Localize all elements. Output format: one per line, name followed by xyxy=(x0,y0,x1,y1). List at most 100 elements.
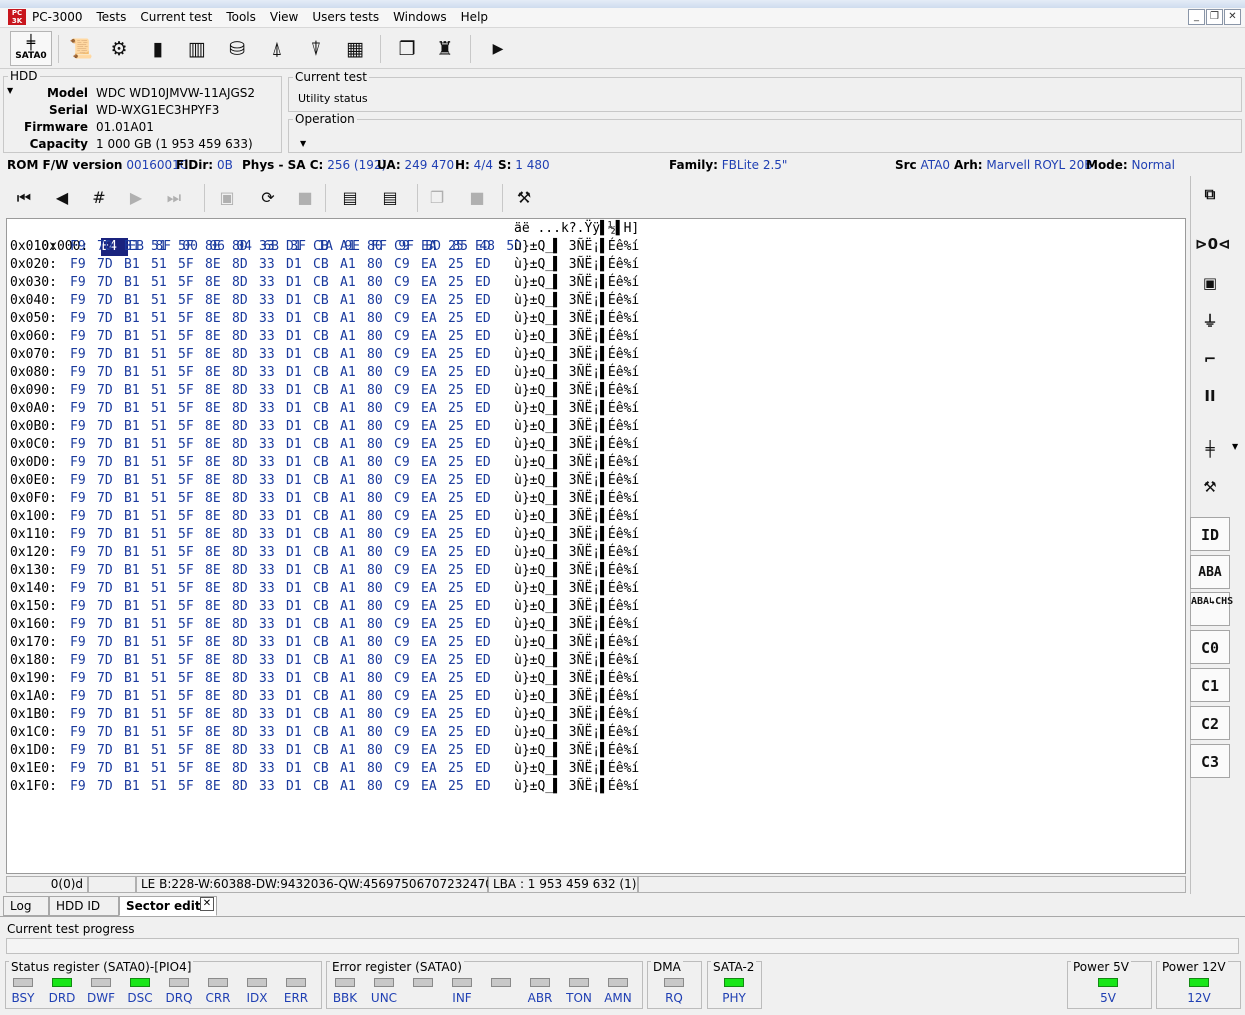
hex-ascii[interactable]: ù}±Q_▌ 3ÑË¡▌Éê%í xyxy=(514,724,639,742)
hex-byte[interactable]: 5F xyxy=(178,652,205,670)
hex-byte[interactable]: 51 xyxy=(151,544,178,562)
hex-byte[interactable]: 25 xyxy=(448,616,475,634)
hex-ascii[interactable]: ù}±Q_▌ 3ÑË¡▌Éê%í xyxy=(514,400,639,418)
hex-byte[interactable]: C9 xyxy=(394,760,421,778)
hex-byte[interactable]: 5F xyxy=(178,436,205,454)
hex-byte[interactable]: ED xyxy=(475,760,502,778)
hex-byte[interactable]: 8D xyxy=(232,454,259,472)
hex-byte[interactable]: D1 xyxy=(286,490,313,508)
hex-byte[interactable]: D1 xyxy=(286,472,313,490)
hex-byte[interactable]: 8E xyxy=(205,292,232,310)
hex-byte[interactable]: B1 xyxy=(124,670,151,688)
hex-ascii[interactable]: ù}±Q_▌ 3ÑË¡▌Éê%í xyxy=(514,634,639,652)
hex-ascii[interactable]: äë ...k?.Ÿÿ▌½▌H] xyxy=(514,220,639,238)
hex-ascii[interactable]: ù}±Q_▌ 3ÑË¡▌Éê%í xyxy=(514,382,639,400)
play-icon[interactable]: ▶ xyxy=(483,34,513,64)
hex-byte[interactable]: 80 xyxy=(367,778,394,796)
hex-byte[interactable]: 51 xyxy=(151,256,178,274)
hex-byte[interactable]: 8D xyxy=(232,670,259,688)
hex-ascii[interactable]: ù}±Q_▌ 3ÑË¡▌Éê%í xyxy=(514,472,639,490)
hex-byte[interactable]: 7D xyxy=(97,688,124,706)
hex-byte[interactable]: 80 xyxy=(367,418,394,436)
hex-byte[interactable]: D1 xyxy=(286,652,313,670)
hex-byte[interactable]: 25 xyxy=(448,562,475,580)
chip-icon[interactable]: ▮ xyxy=(143,34,173,64)
hex-byte[interactable]: 5F xyxy=(178,328,205,346)
port-dropdown-icon[interactable]: ▼ xyxy=(1232,442,1238,451)
hex-byte[interactable]: CB xyxy=(313,562,340,580)
hex-byte[interactable]: 25 xyxy=(448,688,475,706)
hex-byte[interactable]: A1 xyxy=(340,328,367,346)
hex-byte[interactable]: 33 xyxy=(259,328,286,346)
hex-byte[interactable]: F9 xyxy=(70,418,97,436)
hex-byte[interactable]: 80 xyxy=(367,328,394,346)
hex-byte[interactable]: 8D xyxy=(232,544,259,562)
hex-byte[interactable]: 25 xyxy=(448,472,475,490)
hex-byte[interactable]: 51 xyxy=(151,724,178,742)
hex-byte[interactable]: 5F xyxy=(178,454,205,472)
hex-byte[interactable]: EA xyxy=(421,544,448,562)
hex-ascii[interactable]: ù}±Q_▌ 3ÑË¡▌Éê%í xyxy=(514,418,639,436)
hex-byte[interactable]: EA xyxy=(421,508,448,526)
hex-byte[interactable]: 51 xyxy=(151,400,178,418)
hex-byte[interactable]: 25 xyxy=(448,652,475,670)
hex-byte[interactable]: D1 xyxy=(286,580,313,598)
aba-button[interactable]: ABA xyxy=(1190,555,1230,589)
hex-byte[interactable]: CB xyxy=(313,400,340,418)
hex-ascii[interactable]: ù}±Q_▌ 3ÑË¡▌Éê%í xyxy=(514,490,639,508)
hex-byte[interactable]: 51 xyxy=(151,616,178,634)
hex-byte[interactable]: 8D xyxy=(232,724,259,742)
hex-byte[interactable]: B1 xyxy=(124,508,151,526)
hex-byte[interactable]: B1 xyxy=(124,778,151,796)
hex-byte[interactable]: 8E xyxy=(205,616,232,634)
hex-byte[interactable]: EA xyxy=(421,472,448,490)
hex-byte[interactable]: 51 xyxy=(151,310,178,328)
hex-byte[interactable]: F9 xyxy=(70,526,97,544)
hex-byte[interactable]: D1 xyxy=(286,418,313,436)
hex-byte[interactable]: A1 xyxy=(340,436,367,454)
heads-icon[interactable]: ⍋ xyxy=(262,34,292,64)
hex-byte[interactable]: A1 xyxy=(340,238,367,256)
hex-byte[interactable]: A1 xyxy=(340,364,367,382)
hex-byte[interactable]: F9 xyxy=(70,634,97,652)
hex-byte[interactable]: F9 xyxy=(70,778,97,796)
hex-byte[interactable]: 8E xyxy=(205,364,232,382)
hex-byte[interactable]: CB xyxy=(313,256,340,274)
hex-byte[interactable]: CB xyxy=(313,724,340,742)
hex-byte[interactable]: C9 xyxy=(394,598,421,616)
hex-byte[interactable]: 7D xyxy=(97,436,124,454)
hex-byte[interactable]: 5F xyxy=(178,706,205,724)
hex-byte[interactable]: 7D xyxy=(97,526,124,544)
hex-byte[interactable]: 25 xyxy=(448,310,475,328)
hex-byte[interactable]: B1 xyxy=(124,346,151,364)
hex-byte[interactable]: 8D xyxy=(232,508,259,526)
hex-byte[interactable]: C9 xyxy=(394,652,421,670)
hex-byte[interactable]: ED xyxy=(475,364,502,382)
hex-byte[interactable]: ED xyxy=(475,454,502,472)
hex-byte[interactable]: EA xyxy=(421,652,448,670)
hex-byte[interactable]: 7D xyxy=(97,580,124,598)
hex-byte[interactable]: 7D xyxy=(97,310,124,328)
hex-byte[interactable]: C9 xyxy=(394,688,421,706)
hex-byte[interactable]: 51 xyxy=(151,346,178,364)
hex-byte[interactable]: 33 xyxy=(259,400,286,418)
hex-byte[interactable]: 25 xyxy=(448,418,475,436)
hex-byte[interactable]: 7D xyxy=(97,490,124,508)
chip-board-icon[interactable]: ▣ xyxy=(1195,268,1225,298)
hex-byte[interactable]: 5F xyxy=(178,670,205,688)
menu-windows[interactable]: Windows xyxy=(393,10,447,24)
hex-byte[interactable]: 80 xyxy=(367,724,394,742)
hex-byte[interactable]: ED xyxy=(475,310,502,328)
hex-byte[interactable]: ED xyxy=(475,274,502,292)
hex-byte[interactable]: B1 xyxy=(124,634,151,652)
hex-byte[interactable]: CB xyxy=(313,436,340,454)
hex-byte[interactable]: B1 xyxy=(124,598,151,616)
hex-byte[interactable]: 33 xyxy=(259,508,286,526)
hex-byte[interactable]: 8E xyxy=(205,778,232,796)
minimize-button[interactable]: _ xyxy=(1188,9,1205,25)
hex-byte[interactable]: 25 xyxy=(448,508,475,526)
stop-icon[interactable]: ■ xyxy=(293,186,317,210)
hex-byte[interactable]: 25 xyxy=(448,400,475,418)
hex-byte[interactable]: C9 xyxy=(394,724,421,742)
hex-byte[interactable]: C9 xyxy=(394,364,421,382)
